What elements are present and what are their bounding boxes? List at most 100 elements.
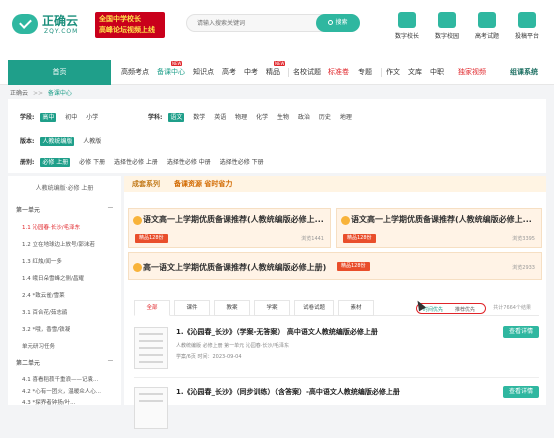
quick-link-label: 高考试题	[474, 33, 499, 40]
nav-item-vocational[interactable]: 中职	[430, 67, 444, 77]
bulb-icon	[133, 216, 142, 225]
lesson-item[interactable]: 3.1 百合花/茹志鹃	[22, 308, 67, 316]
nav-item-premium[interactable]: 精品 NEW	[266, 61, 286, 77]
sort-options: 时间优先 推荐优先	[416, 303, 486, 314]
series-card-tag: 精品128份	[343, 234, 376, 243]
site-header: 正确云 ZQY.COM 全国中学校长 高峰论坛视频上线 搜索 数字校长 数字校园…	[0, 0, 554, 60]
banner-line2: 高峰论坛视频上线	[99, 26, 155, 34]
filter-version-option[interactable]: 人教版	[83, 138, 101, 145]
sort-by-recommend[interactable]: 推荐优先	[455, 306, 475, 313]
filter-book-option[interactable]: 选择性必修 下册	[220, 159, 264, 166]
nav-item-gaokao[interactable]: 高考	[222, 67, 236, 77]
filter-subject-option[interactable]: 地理	[340, 114, 352, 121]
nav-course-system[interactable]: 组课系统	[510, 67, 538, 77]
filter-book-row: 册别: 必修 上册 必修 下册 选择性必修 上册 选择性必修 中册 选择性必修 …	[20, 157, 271, 167]
collapse-icon[interactable]: −	[107, 203, 114, 212]
lesson-item[interactable]: 4.2 *心有一团火，温暖众人心...	[22, 387, 101, 395]
resource-type-tabs: 全部 课件 教案 学案 试卷试题 素材 时间优先 推荐优先 共计7664个结果	[134, 300, 539, 316]
result-count: 共计7664个结果	[493, 305, 531, 311]
document-thumbnail[interactable]	[134, 387, 168, 429]
breadcrumb-current[interactable]: 备课中心	[48, 90, 72, 97]
filter-book-option[interactable]: 必修 下册	[79, 159, 105, 166]
nav-item-hot-points[interactable]: 高频考点	[121, 67, 149, 77]
filter-subject-row: 学科: 语文 数学 英语 物理 化学 生物 政治 历史 地理	[148, 112, 359, 122]
tab-lesson-plan[interactable]: 教案	[214, 300, 250, 316]
nav-item-essay[interactable]: 作文	[386, 67, 400, 77]
view-detail-button[interactable]: 查看详情	[503, 386, 539, 398]
lesson-item[interactable]: 1.1 沁园春·长沙/毛泽东	[22, 223, 80, 231]
nav-home[interactable]: 首页	[8, 60, 111, 85]
tab-materials[interactable]: 素材	[338, 300, 374, 316]
filter-stage-option[interactable]: 小学	[86, 114, 98, 121]
unit-heading[interactable]: 第二单元	[16, 358, 40, 367]
tab-test-papers[interactable]: 试卷试题	[294, 300, 334, 316]
filter-version-option[interactable]: 人教统编版	[40, 137, 75, 146]
filter-subject-option[interactable]: 物理	[235, 114, 247, 121]
nav-item-zhongkao[interactable]: 中考	[244, 67, 258, 77]
tab-all[interactable]: 全部	[134, 300, 170, 316]
main-nav: 首页 高频考点 备课中心 NEW 知识点 高考 中考 精品 NEW 名校试题 标准卷…	[0, 60, 554, 85]
unit-heading[interactable]: 第一单元	[16, 205, 40, 214]
result-title[interactable]: 1.《沁园春_长沙》（同步训练）（含答案）-高中语文人教统编版必修上册	[176, 387, 400, 397]
series-header-title: 成套系列	[132, 180, 160, 188]
nav-item-exclusive-video[interactable]: 独家视频	[458, 67, 486, 77]
filter-subject-option[interactable]: 数学	[193, 114, 205, 121]
nav-item-label: 备课中心	[157, 68, 185, 76]
filter-book-option[interactable]: 选择性必修 中册	[167, 159, 211, 166]
result-item[interactable]: 1.《沁园春_长沙》（同步训练）（含答案）-高中语文人教统编版必修上册 查看详情	[134, 382, 539, 438]
series-card-title: 语文高一上学期优质备课推荐(人教统编版必修上...	[143, 215, 324, 224]
new-badge: NEW	[274, 61, 286, 66]
filter-book-option[interactable]: 必修 上册	[40, 158, 71, 167]
lesson-item[interactable]: 单元研习任务	[22, 342, 55, 350]
search-input[interactable]	[197, 17, 307, 29]
filter-subject-option[interactable]: 化学	[256, 114, 268, 121]
sidebar-title: 人教统编版·必修 上册	[35, 185, 94, 192]
series-card-tag: 精品128份	[337, 262, 370, 271]
filter-subject-option[interactable]: 语文	[168, 113, 185, 122]
search-button[interactable]: 搜索	[316, 14, 360, 32]
exam-icon	[478, 12, 496, 28]
lesson-item[interactable]: 1.2 立在地球边上放号/郭沫若	[22, 240, 95, 248]
quick-link-digital-campus[interactable]: 数字校园	[427, 12, 467, 40]
quick-link-digital-principal[interactable]: 数字校长	[387, 12, 427, 40]
nav-item-standard-papers[interactable]: 标准卷	[328, 67, 349, 77]
lesson-item[interactable]: 1.4 峨日朵雪峰之侧/昌耀	[22, 274, 84, 282]
nav-item-lesson-prep[interactable]: 备课中心 NEW	[157, 61, 185, 77]
document-thumbnail[interactable]	[134, 327, 168, 369]
lesson-item[interactable]: 1.3 红烛/闻一多	[22, 257, 62, 265]
filter-stage-option[interactable]: 初中	[65, 114, 77, 121]
quick-link-submit[interactable]: 投稿平台	[507, 12, 547, 40]
series-card[interactable]: 语文高一上学期优质备课推荐(人教统编版必修上... 精品128份 浏览3395	[336, 208, 542, 248]
nav-item-topics[interactable]: 专题	[358, 67, 372, 77]
series-card[interactable]: 高一语文上学期优质备课推荐(人教统编版必修上册) 精品128份 浏览2933	[128, 252, 542, 280]
filter-subject-option[interactable]: 历史	[319, 114, 331, 121]
filter-stage-option[interactable]: 高中	[40, 113, 57, 122]
tab-courseware[interactable]: 课件	[174, 300, 210, 316]
nav-item-knowledge[interactable]: 知识点	[193, 67, 214, 77]
nav-divider	[288, 68, 289, 77]
lesson-item[interactable]: 4.1 喜看稻菽千重浪——记袁...	[22, 375, 98, 383]
nav-item-school-papers[interactable]: 名校试题	[293, 67, 321, 77]
logo-icon[interactable]	[12, 14, 38, 34]
campus-icon	[438, 12, 456, 28]
series-card-views: 浏览2933	[512, 265, 535, 271]
filter-subject-option[interactable]: 英语	[214, 114, 226, 121]
collapse-icon[interactable]: −	[107, 356, 114, 365]
lesson-item[interactable]: 2.4 *致云雀/雪莱	[22, 291, 65, 299]
result-item[interactable]: 1.《沁园春_长沙》（学案-无答案） 高中语文人教统编版必修上册 人教统编版 必…	[134, 322, 539, 378]
nav-item-library[interactable]: 文库	[408, 67, 422, 77]
breadcrumb-root[interactable]: 正确云	[10, 90, 28, 97]
series-card[interactable]: 语文高一上学期优质备课推荐(人教统编版必修上... 精品128份 浏览1441	[128, 208, 331, 248]
tab-study-plan[interactable]: 学案	[254, 300, 290, 316]
filter-book-option[interactable]: 选择性必修 上册	[114, 159, 158, 166]
filter-stage-row: 学段: 高中 初中 小学	[20, 112, 105, 122]
logo-name[interactable]: 正确云	[42, 12, 78, 29]
view-detail-button[interactable]: 查看详情	[503, 326, 539, 338]
result-title[interactable]: 1.《沁园春_长沙》（学案-无答案） 高中语文人教统编版必修上册	[176, 327, 378, 337]
filter-subject-option[interactable]: 生物	[277, 114, 289, 121]
quick-link-exam-papers[interactable]: 高考试题	[467, 12, 507, 40]
promo-banner[interactable]: 全国中学校长 高峰论坛视频上线	[95, 12, 165, 38]
series-card-title: 高一语文上学期优质备课推荐(人教统编版必修上册)	[143, 263, 327, 272]
filter-subject-option[interactable]: 政治	[298, 114, 310, 121]
lesson-item[interactable]: 3.2 *哦，香雪/铁凝	[22, 325, 70, 333]
